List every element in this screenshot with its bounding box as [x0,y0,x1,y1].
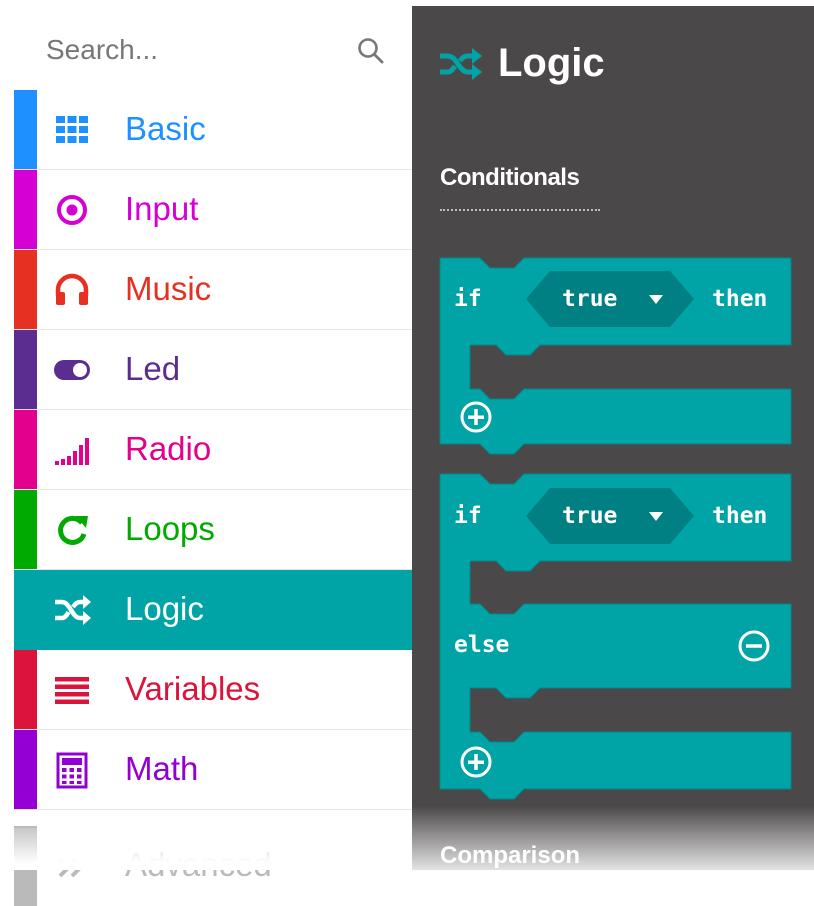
signal-bars-icon [55,438,89,465]
boolean-value-label: true [562,503,617,529]
toolbox-fade [0,828,412,870]
category-label: Math [125,750,199,787]
category-color-bar [14,250,37,329]
category-label: Music [125,270,212,307]
category-color-bar [14,730,37,809]
blocks-canvas: if true then if true then else [439,257,792,800]
category-color-bar [14,410,37,489]
category-label: Radio [125,430,212,467]
category-color-bar [14,330,37,409]
category-radio[interactable]: Radio [14,410,412,490]
shuffle-icon [55,595,91,625]
category-color-bar [14,570,37,650]
if-then-block[interactable]: if true then [439,257,792,455]
if-then-else-block[interactable]: if true then else [439,473,792,800]
list-icon [55,677,89,704]
category-label: Loops [125,510,215,547]
search-input[interactable] [46,30,346,70]
toolbox: Basic Input Music Led [0,0,412,906]
category-color-bar [14,90,37,169]
search-box [14,14,398,84]
boolean-value-label: true [562,286,617,312]
category-led[interactable]: Led [14,330,412,410]
headphones-icon [55,273,89,305]
category-color-bar [14,170,37,249]
category-loops[interactable]: Loops [14,490,412,570]
category-label: Variables [125,670,261,707]
grid-icon [56,116,88,143]
category-label: Logic [125,590,204,627]
else-keyword: else [454,632,509,658]
category-logic[interactable]: Logic [14,570,412,650]
search-icon[interactable] [356,36,386,66]
category-label: Led [125,350,181,387]
category-math[interactable]: Math [14,730,412,810]
target-icon [57,195,87,225]
category-variables[interactable]: Variables [14,650,412,730]
flyout: Logic Conditionals if true then if true … [412,6,814,870]
if-keyword: if [454,503,482,529]
category-label: Basic [125,110,206,147]
category-color-bar [14,650,37,729]
if-keyword: if [454,286,482,312]
category-color-bar [14,490,37,569]
refresh-icon [58,515,88,545]
category-input[interactable]: Input [14,170,412,250]
category-label: Input [125,190,199,227]
section-label-comparison: Comparison [440,842,581,869]
toggle-icon [54,360,90,380]
category-basic[interactable]: Basic [14,90,412,170]
category-music[interactable]: Music [14,250,412,330]
then-keyword: then [712,286,767,312]
then-keyword: then [712,503,767,529]
calculator-icon [56,752,88,789]
